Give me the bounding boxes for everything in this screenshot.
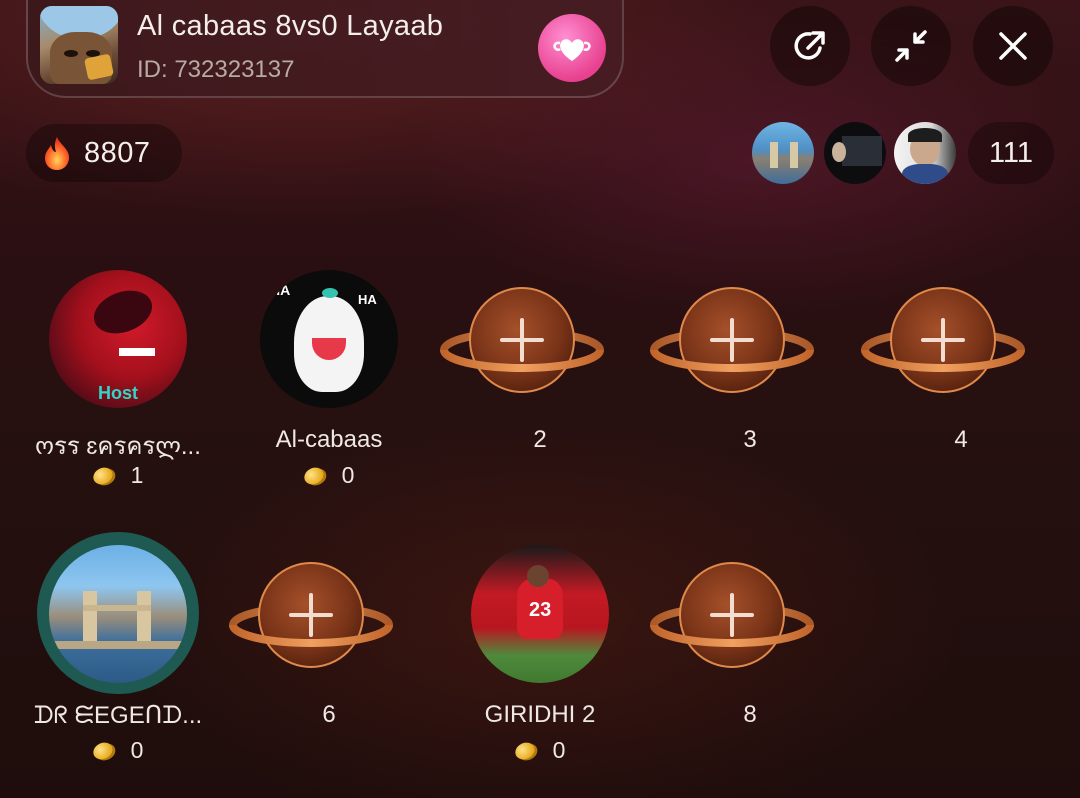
viewer-avatar[interactable] xyxy=(752,122,814,184)
coin-icon xyxy=(301,464,327,487)
bridge-tower xyxy=(83,591,97,645)
share-icon xyxy=(794,31,825,60)
seat-name: ოรร ɛครครლ... xyxy=(35,433,201,460)
room-title: Al cabaas 8vs0 Layaab xyxy=(137,10,444,42)
seat-2[interactable]: HA HA Al-cabaas 0 xyxy=(239,270,419,510)
player-head xyxy=(527,565,549,587)
room-avatar[interactable] xyxy=(40,6,118,84)
viewer-avatar[interactable] xyxy=(824,122,886,184)
coin-icon xyxy=(90,464,116,487)
seat-name: 8 xyxy=(743,701,757,728)
room-id: ID: 732323137 xyxy=(137,56,295,83)
ha-text-shape: HA xyxy=(270,282,291,298)
empty-seat-planet-icon xyxy=(650,287,814,393)
seat-name: ᗪᖇ ᙓEGEᑎᗪ... xyxy=(33,702,203,729)
seat-avatar[interactable]: 23 xyxy=(471,545,609,683)
share-button[interactable] xyxy=(770,6,850,86)
seat-name: 2 xyxy=(533,426,547,453)
coin-count: 0 xyxy=(130,737,144,763)
bridge-tower xyxy=(790,142,798,168)
coin-count: 0 xyxy=(341,462,355,488)
seat-avatar[interactable]: HA HA xyxy=(260,270,398,408)
seat-coins: 0 xyxy=(239,462,419,489)
coin-count: 1 xyxy=(130,462,144,488)
empty-seat-planet-icon xyxy=(861,287,1025,393)
coin-icon xyxy=(90,739,116,762)
close-icon xyxy=(999,32,1027,60)
seat-coins: 1 xyxy=(28,462,208,489)
minimize-icon xyxy=(895,30,927,62)
avatar-eye-left xyxy=(64,50,78,57)
cartoon-hat xyxy=(322,288,338,298)
viewer-count[interactable]: 111 xyxy=(968,122,1054,184)
shirt-shape xyxy=(902,164,948,184)
seat-empty-4[interactable]: 4 xyxy=(861,270,1051,510)
jersey-number-shape: 23 xyxy=(529,599,552,621)
winged-heart-icon xyxy=(553,39,591,61)
shadow-shape xyxy=(87,282,159,342)
seat-name: 6 xyxy=(322,701,336,728)
coin-icon xyxy=(512,739,538,762)
bridge-tower xyxy=(770,142,778,168)
bridge-deck xyxy=(49,641,187,649)
seat-name: 4 xyxy=(954,426,968,453)
empty-seat-planet-icon xyxy=(650,562,814,668)
close-button[interactable] xyxy=(973,6,1053,86)
bridge-span xyxy=(83,605,151,611)
hair-shape xyxy=(908,128,942,142)
seat-coins: 0 xyxy=(450,737,630,764)
minimize-button[interactable] xyxy=(871,6,951,86)
viewer-avatar[interactable] xyxy=(894,122,956,184)
seat-empty-8[interactable]: 8 xyxy=(650,545,840,785)
seat-empty-2[interactable]: 2 xyxy=(440,270,630,510)
follow-room-button[interactable] xyxy=(538,14,606,82)
flame-icon xyxy=(45,137,70,170)
empty-seat-planet-icon xyxy=(229,562,393,668)
screen-shape xyxy=(842,136,882,166)
seat-name: GIRIDHI 2 xyxy=(484,701,596,728)
heat-counter[interactable]: 8807 xyxy=(26,124,182,182)
seat-name: Al-cabaas xyxy=(275,426,383,453)
seat-1[interactable]: Host ოรร ɛครครლ... 1 xyxy=(28,270,208,510)
empty-seat-planet-icon xyxy=(440,287,604,393)
ha-text-shape: HA xyxy=(358,292,377,307)
seat-coins: 0 xyxy=(28,737,208,764)
seat-7[interactable]: 23 GIRIDHI 2 0 xyxy=(450,545,630,785)
seat-name: 3 xyxy=(743,426,757,453)
seat-avatar[interactable] xyxy=(49,545,187,683)
seat-empty-3[interactable]: 3 xyxy=(650,270,840,510)
host-label: Host xyxy=(98,383,138,403)
seat-5[interactable]: ᗪᖇ ᙓEGEᑎᗪ... 0 xyxy=(28,532,208,785)
tag-shape xyxy=(119,348,155,356)
seat-avatar[interactable]: Host xyxy=(49,270,187,408)
face-shape xyxy=(832,142,846,162)
bridge-tower xyxy=(137,591,151,645)
heat-value: 8807 xyxy=(84,136,151,169)
seat-empty-6[interactable]: 6 xyxy=(229,545,419,785)
coin-count: 0 xyxy=(552,737,566,763)
